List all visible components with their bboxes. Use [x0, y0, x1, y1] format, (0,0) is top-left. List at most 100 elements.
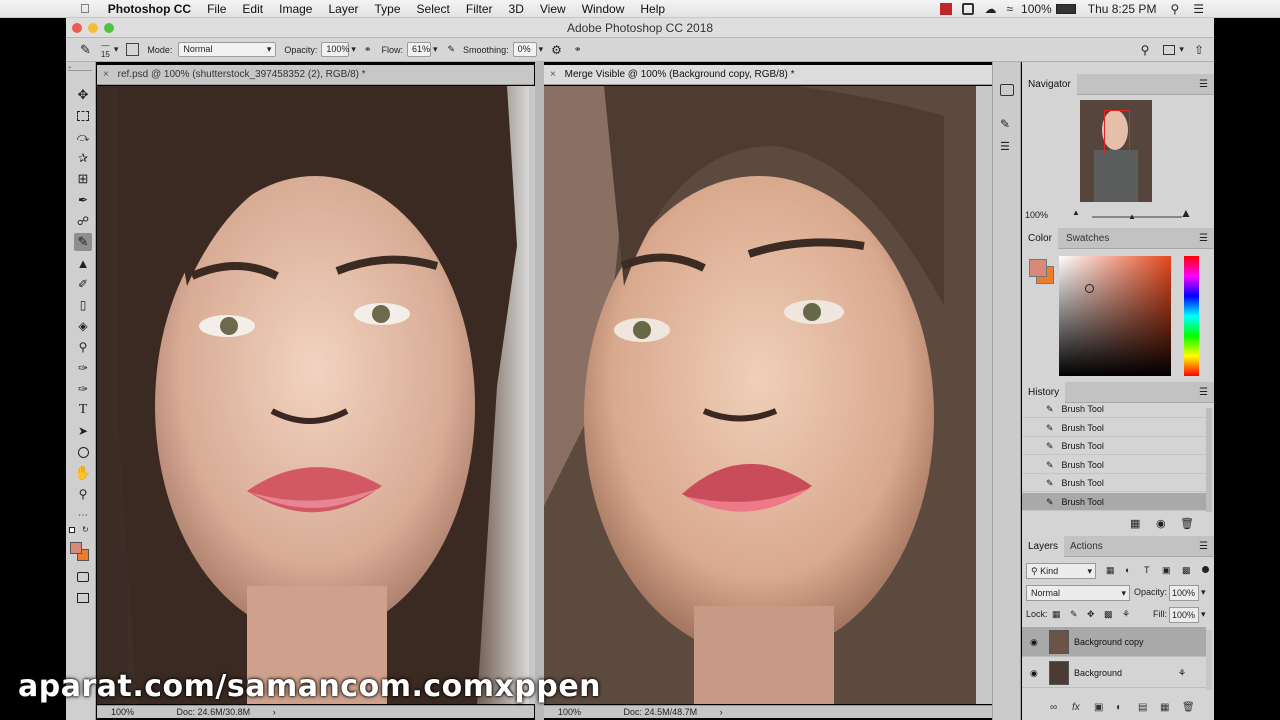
new-document-from-state-icon[interactable]: ▦: [1130, 517, 1140, 530]
document-canvas-ref[interactable]: [97, 86, 529, 704]
brush-preset-picker[interactable]: —15: [101, 41, 110, 59]
panel-menu-icon[interactable]: ☰: [1199, 74, 1208, 95]
tab-swatches[interactable]: Swatches: [1060, 228, 1115, 249]
zoom-slider[interactable]: [1092, 216, 1182, 218]
zoom-in-icon[interactable]: ▲: [1180, 206, 1192, 220]
spotlight-icon[interactable]: ⚲: [1170, 2, 1179, 16]
close-window-button[interactable]: [72, 23, 82, 33]
chevron-down-icon[interactable]: ▾: [1201, 609, 1206, 620]
chevron-right-icon[interactable]: ›: [720, 707, 723, 717]
pressure-opacity-icon[interactable]: ⚭: [364, 44, 372, 55]
history-item[interactable]: ✎ Brush Tool: [1022, 456, 1206, 474]
visibility-eye-icon[interactable]: ◉: [1030, 627, 1038, 657]
paint-bucket-tool-icon[interactable]: ◈: [74, 317, 92, 335]
wifi-icon[interactable]: ≈: [1006, 2, 1013, 16]
hue-slider[interactable]: [1184, 256, 1199, 376]
menu-filter[interactable]: Filter: [458, 2, 501, 16]
menu-select[interactable]: Select: [409, 2, 458, 16]
menu-edit[interactable]: Edit: [234, 2, 271, 16]
eraser-tool-icon[interactable]: ▯: [74, 296, 92, 314]
quick-select-tool-icon[interactable]: ✰: [74, 149, 92, 167]
menu-app-name[interactable]: Photoshop CC: [98, 2, 199, 16]
share-icon[interactable]: ⇧: [1194, 43, 1204, 57]
zoom-slider-handle[interactable]: ▲: [1128, 212, 1136, 221]
close-tab-icon[interactable]: ×: [103, 69, 109, 80]
layer-name[interactable]: Background: [1074, 658, 1122, 688]
status-icon[interactable]: [962, 2, 975, 15]
history-item[interactable]: ✎ Brush Tool: [1022, 474, 1206, 492]
more-tools-icon[interactable]: ⋯: [74, 506, 92, 524]
panel-collapse-icon[interactable]: »: [68, 65, 92, 71]
chevron-down-icon[interactable]: ▾: [433, 44, 438, 55]
foreground-color-swatch[interactable]: [70, 542, 82, 554]
tab-actions[interactable]: Actions: [1064, 536, 1109, 557]
opacity-input[interactable]: 100%: [321, 42, 349, 57]
history-item[interactable]: ✎ Brush Tool: [1022, 437, 1206, 455]
smoothing-input[interactable]: 0%: [512, 42, 537, 57]
layer-kind-filter[interactable]: ⚲ Kind ▾: [1026, 563, 1096, 579]
color-fg-swatch[interactable]: [1029, 259, 1047, 277]
layer-thumbnail[interactable]: [1049, 630, 1069, 654]
pen-tool-icon[interactable]: ✑: [74, 359, 92, 377]
clock[interactable]: Thu 8:25 PM: [1088, 2, 1157, 16]
zoom-level[interactable]: 100%: [111, 707, 134, 717]
notification-icon[interactable]: ☰: [1193, 2, 1204, 16]
filter-pixel-icon[interactable]: ▦: [1106, 565, 1115, 576]
adjustment-layer-icon[interactable]: ◐: [1116, 702, 1122, 713]
layer-style-icon[interactable]: fx: [1072, 702, 1080, 713]
record-icon[interactable]: [940, 2, 953, 15]
gear-icon[interactable]: ⚙: [551, 43, 562, 57]
link-layers-icon[interactable]: ∞: [1050, 702, 1057, 713]
layer-row[interactable]: ◉ Background ⚘: [1022, 658, 1206, 688]
navigator-zoom[interactable]: 100%: [1025, 210, 1048, 220]
cloud-icon[interactable]: ☁: [984, 2, 996, 16]
move-tool-icon[interactable]: ✥: [74, 86, 92, 104]
document-canvas-merge[interactable]: [544, 86, 976, 704]
healing-brush-tool-icon[interactable]: ☍: [74, 212, 92, 230]
tab-layers[interactable]: Layers: [1022, 536, 1065, 557]
zoom-window-button[interactable]: [104, 23, 114, 33]
hand-tool-icon[interactable]: ✋: [74, 464, 92, 482]
filter-toggle[interactable]: [1202, 566, 1209, 573]
menu-3d[interactable]: 3D: [501, 2, 532, 16]
menu-type[interactable]: Type: [367, 2, 409, 16]
layer-name[interactable]: Background copy: [1074, 627, 1144, 657]
minimize-window-button[interactable]: [88, 23, 98, 33]
brush-settings-icon[interactable]: ✎: [1000, 117, 1010, 131]
path-selection-tool-icon[interactable]: ➤: [74, 422, 92, 440]
workspace-icon[interactable]: [1163, 44, 1176, 55]
layers-scrollbar[interactable]: [1206, 630, 1212, 690]
panel-menu-icon[interactable]: ☰: [1199, 382, 1208, 403]
delete-layer-icon[interactable]: 🗑: [1182, 702, 1195, 713]
adjustments-icon[interactable]: ☰: [1000, 140, 1010, 153]
battery-icon[interactable]: [1055, 3, 1076, 14]
dodge-tool-icon[interactable]: ⚲: [74, 338, 92, 356]
chevron-down-icon[interactable]: ▾: [1179, 44, 1184, 55]
add-mask-icon[interactable]: ▣: [1094, 702, 1103, 713]
mode-select[interactable]: Normal ▾: [178, 42, 277, 57]
chevron-down-icon[interactable]: ▾: [351, 44, 356, 55]
crop-tool-icon[interactable]: ⊞: [74, 170, 92, 188]
lock-image-icon[interactable]: ✎: [1070, 609, 1078, 620]
zoom-level[interactable]: 100%: [558, 707, 581, 717]
chevron-down-icon[interactable]: ▾: [1201, 587, 1206, 598]
lock-artboard-icon[interactable]: ▩: [1104, 609, 1113, 620]
lock-all-icon[interactable]: ⚘: [1122, 609, 1130, 620]
color-picker-field[interactable]: [1059, 256, 1171, 376]
filter-adjustment-icon[interactable]: ◐: [1125, 565, 1130, 575]
screen-mode-icon[interactable]: [74, 589, 92, 607]
visibility-eye-icon[interactable]: ◉: [1030, 658, 1038, 688]
apple-icon[interactable]: : [0, 1, 98, 16]
scrollbar-vertical-merge[interactable]: [976, 86, 992, 704]
snapshot-icon[interactable]: ◉: [1156, 517, 1166, 530]
quick-mask-icon[interactable]: [74, 568, 92, 586]
ellipse-tool-icon[interactable]: [74, 443, 92, 461]
lock-position-icon[interactable]: ✥: [1087, 609, 1095, 620]
default-colors-icon[interactable]: [69, 527, 75, 533]
chevron-down-icon[interactable]: ▾: [114, 44, 119, 55]
search-icon[interactable]: ⚲: [1141, 43, 1150, 57]
tab-history[interactable]: History: [1022, 382, 1066, 403]
brush-tool-icon[interactable]: ✎: [80, 42, 91, 58]
libraries-icon[interactable]: [1000, 84, 1014, 96]
filter-type-icon[interactable]: T: [1144, 565, 1150, 575]
